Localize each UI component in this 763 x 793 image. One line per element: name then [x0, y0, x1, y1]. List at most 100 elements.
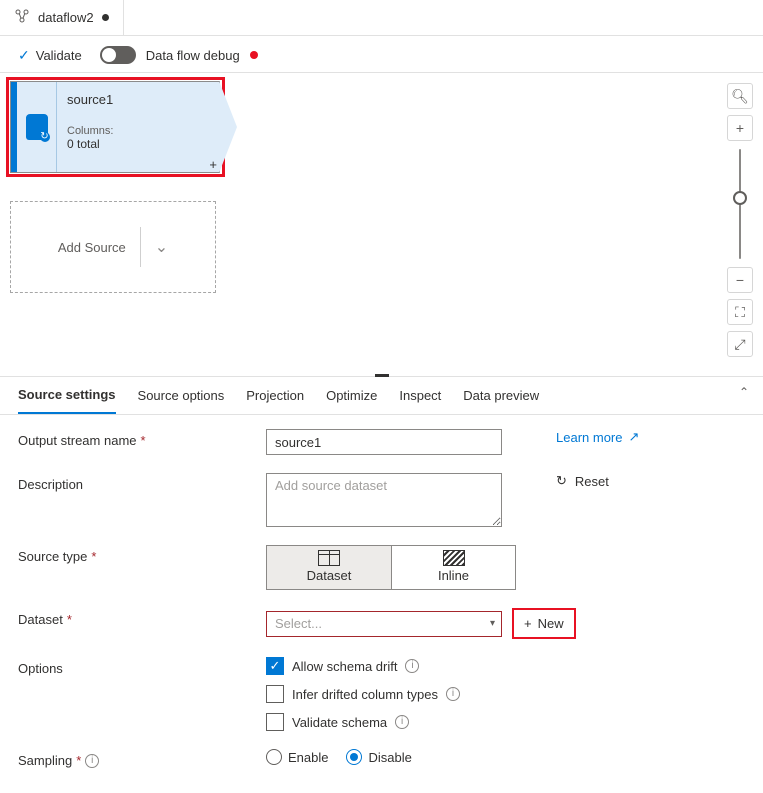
table-icon: [318, 550, 340, 566]
toolbar: ✓ Validate Data flow debug: [0, 36, 763, 73]
row-options: Options ✓ Allow schema drift i Infer dri…: [18, 657, 745, 731]
options-label: Options: [18, 657, 266, 676]
label-text: Source type: [18, 549, 87, 564]
segment-label: Inline: [438, 568, 469, 583]
plus-icon: +: [524, 616, 532, 631]
radio-label: Disable: [368, 750, 411, 765]
info-icon[interactable]: i: [395, 715, 409, 729]
add-source-button[interactable]: Add Source ⌄: [10, 201, 216, 293]
tab-data-preview[interactable]: Data preview: [463, 388, 539, 413]
required-icon: *: [91, 549, 96, 564]
tab-inspect[interactable]: Inspect: [399, 388, 441, 413]
new-dataset-button[interactable]: + New: [520, 614, 568, 633]
zoom-slider-thumb[interactable]: [733, 191, 747, 205]
radio-label: Enable: [288, 750, 328, 765]
zoom-out-button[interactable]: −: [727, 267, 753, 293]
dataflow-tab[interactable]: dataflow2: [0, 0, 124, 35]
dataflow-debug-label: Data flow debug: [146, 48, 240, 63]
source-type-dataset[interactable]: Dataset: [267, 546, 391, 589]
source-type-label: Source type *: [18, 545, 266, 564]
learn-more-link[interactable]: Learn more ↗: [556, 429, 639, 445]
refresh-icon: ↻: [556, 473, 567, 489]
learn-more-text: Learn more: [556, 430, 622, 445]
unsaved-indicator-icon: [102, 14, 109, 21]
new-button-label: New: [538, 616, 564, 631]
row-output-stream-name: Output stream name * Learn more ↗: [18, 429, 745, 455]
add-step-icon[interactable]: +: [209, 157, 217, 172]
debug-status-icon: [250, 51, 258, 59]
fit-icon: ⛶: [735, 304, 745, 321]
canvas-tools: 🔍︎ + − ⛶ ⤢: [727, 83, 753, 357]
options-list: ✓ Allow schema drift i Infer drifted col…: [266, 657, 460, 731]
info-icon[interactable]: i: [405, 659, 419, 673]
source-icon-wrap: [17, 82, 57, 172]
zoom-in-button[interactable]: +: [727, 115, 753, 141]
validate-button[interactable]: ✓ Validate: [18, 47, 82, 64]
optlabel: Validate schema: [292, 715, 387, 730]
optlabel: Infer drifted column types: [292, 687, 438, 702]
opt-allow-schema-drift[interactable]: ✓ Allow schema drift i: [266, 657, 460, 675]
check-icon: ✓: [18, 47, 30, 64]
sampling-enable[interactable]: Enable: [266, 749, 328, 765]
required-icon: *: [67, 612, 72, 627]
checkbox-icon[interactable]: [266, 713, 284, 731]
fullscreen-icon: ⤢: [734, 336, 745, 353]
add-source-label: Add Source: [58, 240, 126, 255]
zoom-slider[interactable]: [739, 149, 741, 259]
info-icon[interactable]: i: [446, 687, 460, 701]
radio-icon[interactable]: [266, 749, 282, 765]
output-stream-name-input[interactable]: [266, 429, 502, 455]
label-text: Output stream name: [18, 433, 137, 448]
dataset-label: Dataset *: [18, 608, 266, 627]
dataflow-icon: [14, 8, 30, 27]
output-stream-name-label: Output stream name *: [18, 429, 266, 448]
radio-icon[interactable]: [346, 749, 362, 765]
required-icon: *: [76, 753, 81, 768]
optlabel: Allow schema drift: [292, 659, 397, 674]
dataflow-debug-toggle[interactable]: [100, 46, 136, 64]
tab-optimize[interactable]: Optimize: [326, 388, 377, 413]
panel-tabs: Source settings Source options Projectio…: [0, 377, 763, 415]
source-node-body: source1 Columns: 0 total: [57, 82, 219, 172]
external-link-icon: ↗: [628, 429, 639, 445]
segment-label: Dataset: [307, 568, 352, 583]
reset-button[interactable]: ↻ Reset: [556, 473, 609, 489]
tab-source-settings[interactable]: Source settings: [18, 387, 116, 414]
row-dataset: Dataset * Select... ▾ + New: [18, 608, 745, 639]
checkbox-icon[interactable]: ✓: [266, 657, 284, 675]
description-textarea[interactable]: [266, 473, 502, 527]
inline-icon: [443, 550, 465, 566]
row-source-type: Source type * Dataset Inline: [18, 545, 745, 590]
new-button-highlight: + New: [512, 608, 576, 639]
editor-tab-bar: dataflow2: [0, 0, 763, 36]
opt-validate-schema[interactable]: Validate schema i: [266, 713, 460, 731]
label-text: Description: [18, 477, 83, 492]
sampling-disable[interactable]: Disable: [346, 749, 411, 765]
chevron-down-icon: ▾: [490, 618, 495, 629]
row-description: Description ↻ Reset: [18, 473, 745, 527]
validate-label: Validate: [36, 48, 82, 63]
info-icon[interactable]: i: [85, 754, 99, 768]
collapse-panel-button[interactable]: ⌃: [739, 385, 749, 399]
search-canvas-button[interactable]: 🔍︎: [727, 83, 753, 109]
database-icon: [26, 114, 48, 140]
dataflow-canvas[interactable]: source1 Columns: 0 total + Add Source ⌄ …: [0, 73, 763, 377]
fit-to-screen-button[interactable]: ⛶: [727, 299, 753, 325]
fullscreen-button[interactable]: ⤢: [727, 331, 753, 357]
chevron-down-icon[interactable]: ⌄: [155, 237, 168, 257]
source-node-title: source1: [67, 92, 209, 107]
opt-infer-drifted[interactable]: Infer drifted column types i: [266, 685, 460, 703]
source-node[interactable]: source1 Columns: 0 total +: [10, 81, 220, 173]
columns-label: Columns:: [67, 125, 209, 137]
dataset-select[interactable]: Select... ▾: [266, 611, 502, 637]
row-sampling: Sampling * i Enable Disable: [18, 749, 745, 768]
description-label: Description: [18, 473, 266, 492]
checkbox-icon[interactable]: [266, 685, 284, 703]
plus-icon: +: [736, 120, 744, 136]
tab-source-options[interactable]: Source options: [138, 388, 225, 413]
columns-value: 0 total: [67, 137, 209, 151]
required-icon: *: [141, 433, 146, 448]
label-text: Dataset: [18, 612, 63, 627]
source-type-inline[interactable]: Inline: [391, 546, 515, 589]
tab-projection[interactable]: Projection: [246, 388, 304, 413]
